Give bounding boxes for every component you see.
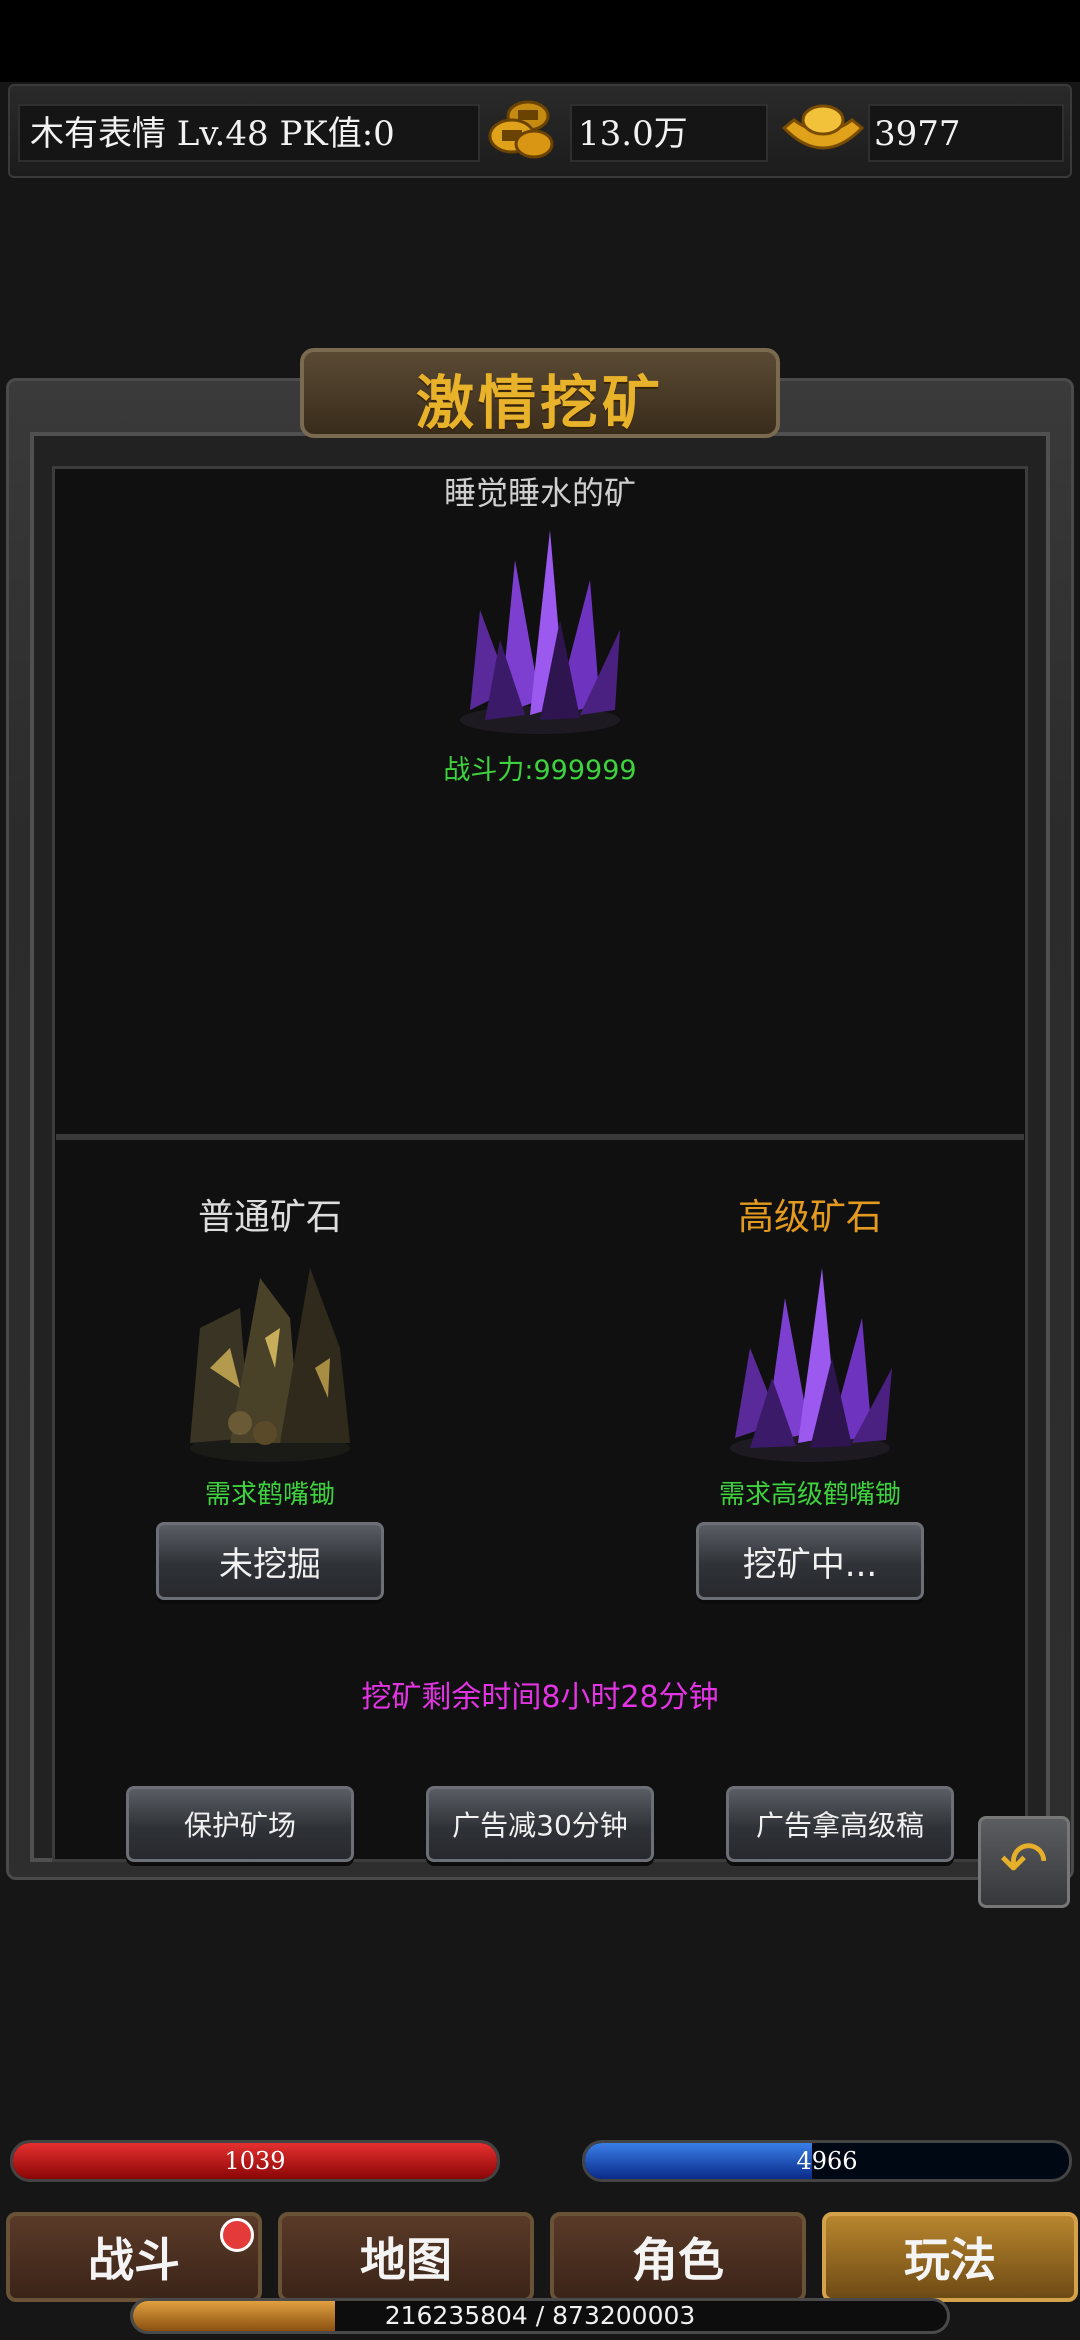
ingot-cell: 3977 — [868, 104, 1064, 162]
mine-power: 战斗力:999999 — [443, 755, 637, 786]
gold-coin-icon — [486, 98, 558, 164]
exp-value: 216235804 / 873200003 — [384, 2301, 696, 2330]
ad-reduce-time-button[interactable]: 广告减30分钟 — [426, 1786, 654, 1862]
mp-value: 4966 — [796, 2147, 858, 2175]
mine-normal-button[interactable]: 未挖掘 — [156, 1522, 384, 1600]
nav-character-button[interactable]: 角色 — [550, 2212, 806, 2302]
advanced-ore-icon — [710, 1248, 910, 1468]
panel-divider — [56, 1134, 1024, 1140]
protect-mine-button[interactable]: 保护矿场 — [126, 1786, 354, 1862]
notification-dot — [220, 2218, 254, 2252]
purple-crystal-icon — [440, 520, 640, 740]
back-button[interactable]: ↶ — [978, 1816, 1070, 1908]
ore-label-normal: 普通矿石 — [197, 1197, 342, 1238]
ore-requirement-normal: 需求鹤嘴锄 — [204, 1480, 335, 1510]
player-info-cell: 木有表情 Lv.48 PK值:0 — [18, 104, 480, 162]
mine-name: 睡觉睡水的矿 — [443, 474, 636, 512]
panel-title: 激情挖矿 — [415, 369, 664, 437]
gold-amount: 13.0万 — [578, 114, 688, 154]
ore-label-advanced: 高级矿石 — [737, 1197, 882, 1238]
hp-bar: 1039 — [10, 2140, 500, 2182]
mp-bar: 4966 — [582, 2140, 1072, 2182]
mining-timer: 挖矿剩余时间8小时28分钟 — [361, 1680, 719, 1715]
nav-gameplay-button[interactable]: 玩法 — [822, 2212, 1078, 2302]
gold-cell: 13.0万 — [570, 104, 768, 162]
back-arrow-icon: ↶ — [999, 1828, 1049, 1896]
ad-advanced-pickaxe-button[interactable]: 广告拿高级稿 — [726, 1786, 954, 1862]
mine-advanced-button[interactable]: 挖矿中... — [696, 1522, 924, 1600]
ingot-amount: 3977 — [874, 114, 961, 154]
top-black-band — [0, 0, 1080, 82]
gold-ingot-icon — [778, 98, 868, 164]
player-info: 木有表情 Lv.48 PK值:0 — [30, 114, 395, 154]
exp-bar: 216235804 / 873200003 — [130, 2298, 950, 2334]
normal-ore-icon — [170, 1248, 370, 1468]
status-bar: 木有表情 Lv.48 PK值:0 13.0万 3977 — [8, 84, 1072, 178]
nav-map-button[interactable]: 地图 — [278, 2212, 534, 2302]
hp-value: 1039 — [224, 2147, 286, 2175]
ore-requirement-advanced: 需求高级鹤嘴锄 — [718, 1480, 901, 1510]
